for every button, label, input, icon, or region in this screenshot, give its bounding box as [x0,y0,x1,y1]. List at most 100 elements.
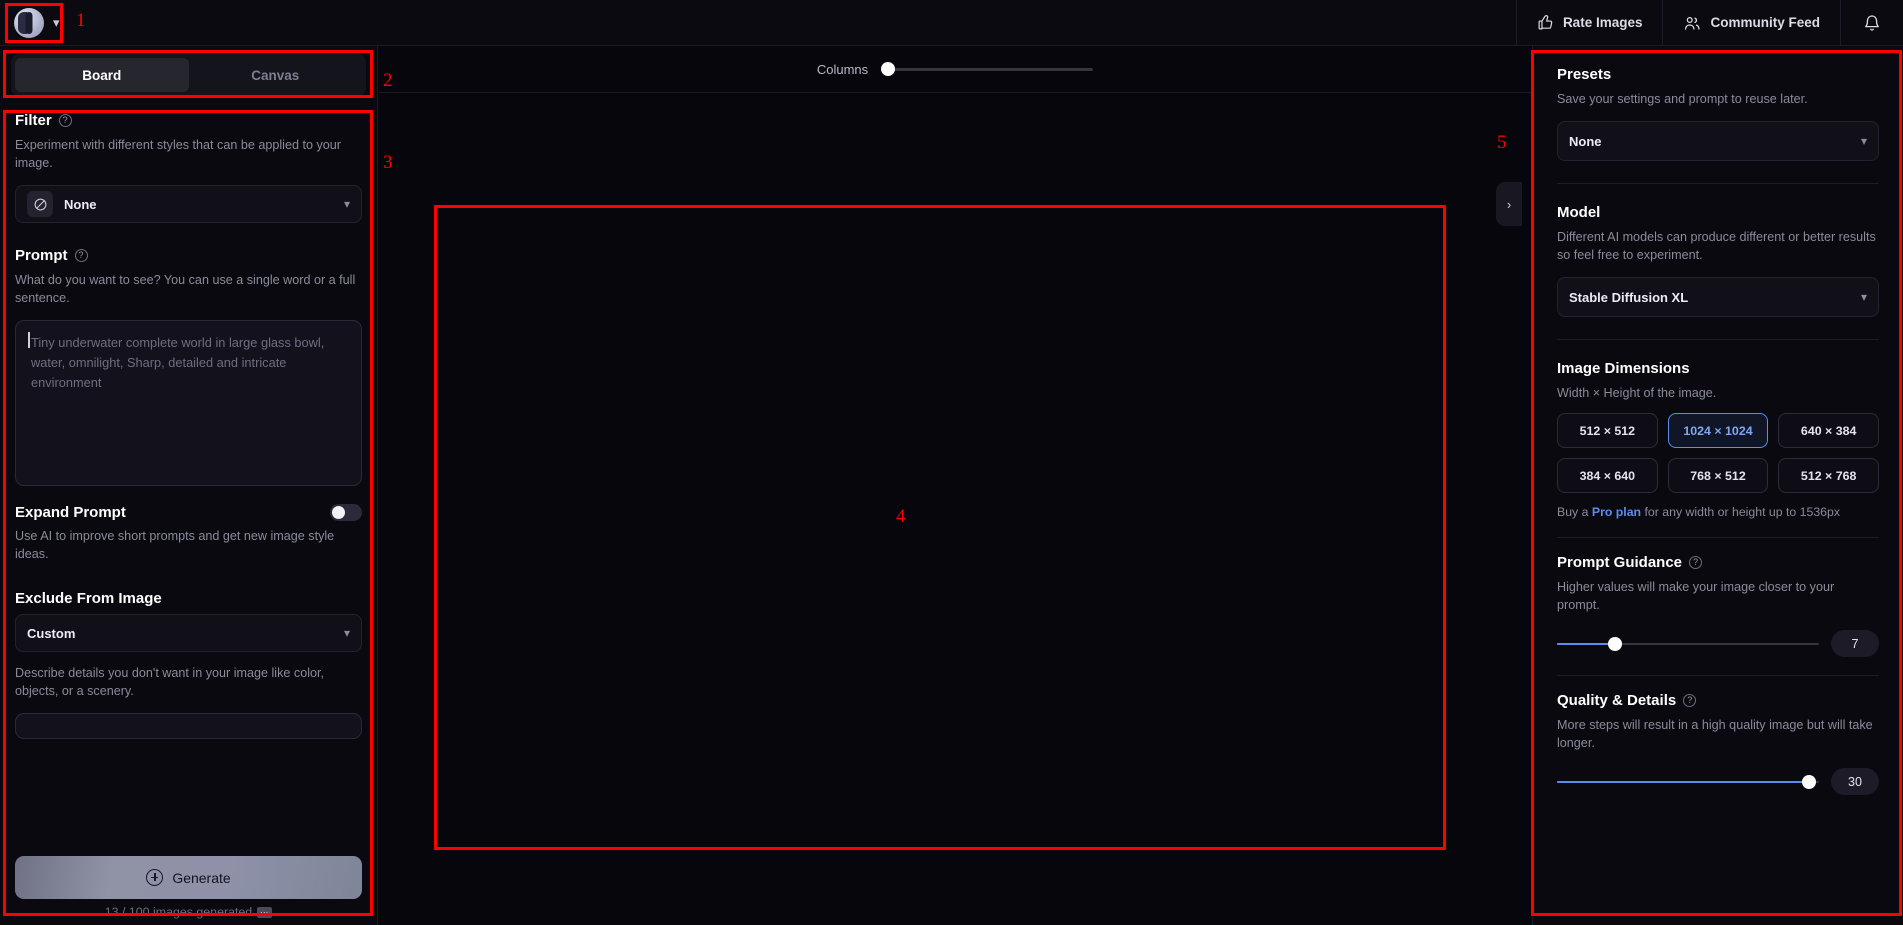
dimension-label: 512 × 768 [1800,468,1857,483]
pro-note-suffix: for any width or height up to 1536px [1641,505,1841,519]
slider-knob[interactable] [1607,636,1622,651]
prompt-title-text: Prompt [15,247,68,264]
dimension-label: 640 × 384 [1800,423,1857,438]
no-filter-icon [27,191,53,217]
collapse-right-panel-button[interactable]: › [1496,182,1522,226]
filter-selected-value: None [64,196,97,212]
presets-select[interactable]: None ▾ [1557,121,1879,161]
help-circle-icon[interactable]: ? [1683,694,1697,707]
dimensions-title-text: Image Dimensions [1557,360,1690,377]
presets-description: Save your settings and prompt to reuse l… [1557,92,1808,106]
model-selected-value: Stable Diffusion XL [1569,289,1689,305]
divider [1557,339,1879,340]
users-icon [1683,14,1701,32]
plus-circle-icon [146,869,164,886]
chevron-down-icon[interactable]: ▾ [344,626,350,640]
rate-images-label: Rate Images [1562,15,1643,30]
app-logo-icon[interactable] [14,7,44,38]
prompt-guidance-slider[interactable] [1557,634,1819,654]
tab-canvas-label: Canvas [251,67,300,83]
prompt-guidance-description: Higher values will make your image close… [1557,580,1835,612]
quota-info-badge[interactable]: ⋯ [257,906,273,918]
columns-slider[interactable] [880,59,1094,79]
help-circle-icon[interactable]: ? [58,114,72,127]
dimensions-description: Width × Height of the image. [1557,386,1717,400]
bell-icon [1863,14,1881,32]
pro-plan-link[interactable]: Pro plan [1592,505,1641,519]
dimension-option-1024x1024[interactable]: 1024 × 1024 [1667,413,1769,448]
dimension-option-640x384[interactable]: 640 × 384 [1778,413,1879,448]
divider [1557,183,1879,184]
exclude-section-title: Exclude From Image [15,590,362,607]
image-board-canvas[interactable] [379,93,1531,925]
generation-quota-caption: 13 / 100 images generated ⋯ [15,899,362,919]
slider-fill [1557,642,1615,645]
exclude-selected-value: Custom [27,625,76,641]
filter-select[interactable]: None ▾ [15,185,362,223]
columns-label: Columns [816,61,869,77]
pro-plan-note: Buy a Pro plan for any width or height u… [1557,505,1879,519]
prompt-description: What do you want to see? You can use a s… [15,273,356,305]
expand-prompt-toggle[interactable] [330,504,362,521]
top-bar-actions: Rate Images Community Feed [1515,0,1903,46]
dimension-option-384x640[interactable]: 384 × 640 [1557,458,1658,493]
tab-canvas[interactable]: Canvas [189,58,363,92]
account-menu[interactable]: ▾ [0,7,60,38]
view-mode-tabs: Board Canvas [11,54,366,96]
left-settings-panel: Board Canvas Filter ? Experiment with di… [0,46,378,925]
notifications-button[interactable] [1840,0,1903,46]
generation-quota-text: 13 / 100 images generated [104,905,253,919]
help-circle-icon[interactable]: ? [1689,556,1703,569]
prompt-guidance-row: 7 [1557,630,1879,657]
filter-section-title: Filter ? [15,112,362,129]
slider-fill [1557,780,1809,783]
chevron-down-icon[interactable]: ▾ [1861,134,1867,148]
expand-prompt-description: Use AI to improve short prompts and get … [15,529,335,561]
quality-details-value: 30 [1831,768,1879,795]
dimension-label: 512 × 512 [1579,423,1636,438]
tab-board[interactable]: Board [15,58,189,92]
generate-button[interactable]: Generate [15,856,362,899]
chevron-down-icon[interactable]: ▾ [1861,290,1867,304]
thumbs-up-icon [1537,14,1554,31]
community-feed-label: Community Feed [1710,15,1820,30]
dimension-label: 768 × 512 [1690,468,1746,483]
presets-title-text: Presets [1557,66,1612,83]
center-toolbar: Columns [379,46,1531,93]
exclude-input[interactable] [15,713,362,739]
model-select[interactable]: Stable Diffusion XL ▾ [1557,277,1879,317]
top-bar: ▾ Rate Images Community Feed [0,0,1903,46]
chevron-right-icon: › [1506,196,1512,212]
filter-title-text: Filter [15,112,52,129]
generate-area: Generate 13 / 100 images generated ⋯ [0,846,377,925]
expand-prompt-title: Expand Prompt [15,504,126,521]
slider-knob[interactable] [880,62,895,76]
presets-section-title: Presets [1557,66,1879,83]
dimension-option-512x768[interactable]: 512 × 768 [1778,458,1879,493]
dimension-label: 384 × 640 [1579,468,1636,483]
right-settings-panel: Presets Save your settings and prompt to… [1532,46,1903,925]
expand-prompt-row: Expand Prompt [15,504,362,521]
quality-details-description: More steps will result in a high quality… [1557,718,1873,750]
pro-note-prefix: Buy a [1557,505,1592,519]
quality-details-slider[interactable] [1557,772,1819,792]
text-caret [28,332,30,348]
quality-details-title: Quality & Details ? [1557,692,1879,709]
slider-knob[interactable] [1801,774,1816,789]
chevron-down-icon[interactable]: ▾ [344,197,350,211]
dimensions-section-title: Image Dimensions [1557,360,1879,377]
prompt-input[interactable]: Tiny underwater complete world in large … [15,320,362,486]
community-feed-button[interactable]: Community Feed [1662,0,1840,46]
expand-prompt-title-text: Expand Prompt [15,504,126,521]
prompt-guidance-value: 7 [1831,630,1879,657]
filter-description: Experiment with different styles that ca… [15,138,341,170]
exclude-select[interactable]: Custom ▾ [15,614,362,652]
chevron-down-icon[interactable]: ▾ [53,16,60,29]
exclude-title-text: Exclude From Image [15,590,162,607]
help-circle-icon[interactable]: ? [74,249,88,262]
dimension-option-768x512[interactable]: 768 × 512 [1667,458,1769,493]
tab-board-label: Board [82,67,122,83]
dimension-option-512x512[interactable]: 512 × 512 [1557,413,1658,448]
rate-images-button[interactable]: Rate Images [1515,0,1663,46]
divider [1557,537,1879,538]
